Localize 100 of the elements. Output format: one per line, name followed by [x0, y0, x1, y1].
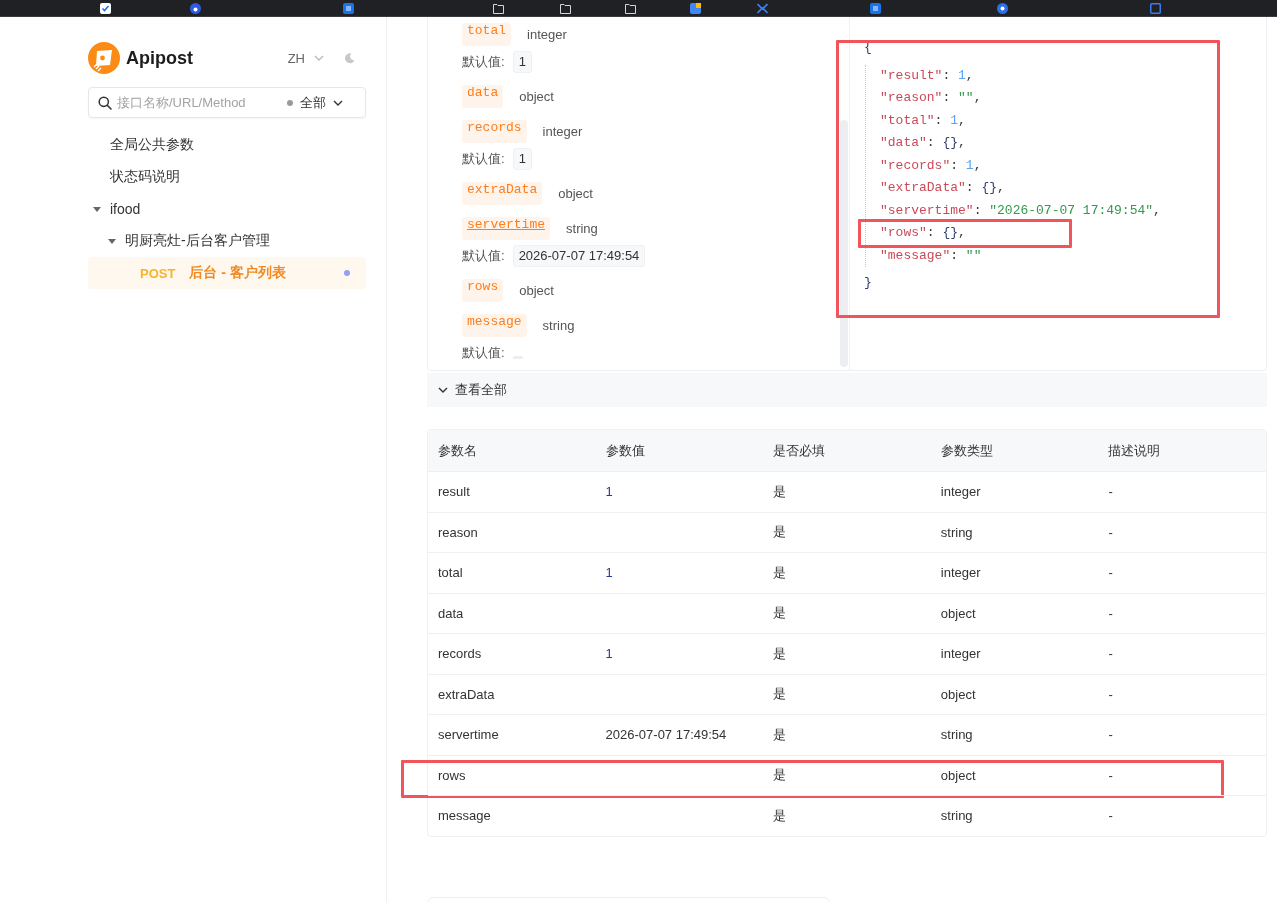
scrollbar[interactable]: [840, 120, 848, 367]
code-line: "data": {},: [880, 134, 966, 152]
column-header: 是否必填: [772, 441, 827, 460]
table-cell-text: data: [437, 605, 465, 621]
param-name: rows: [462, 279, 504, 302]
table-cell-text: integer: [939, 646, 982, 662]
table-cell-text: rows: [437, 767, 467, 783]
default-label: 默认值:: [462, 53, 505, 71]
table-cell-text: -: [1107, 605, 1114, 621]
table-cell-text: -: [1107, 686, 1114, 702]
table-cell-text: object: [939, 767, 977, 783]
folder-icon[interactable]: [560, 2, 571, 14]
table-cell-text: 2026-07-07 17:49:54: [604, 727, 728, 743]
column-header: 描述说明: [1107, 441, 1162, 460]
table-cell-text: 1: [604, 484, 614, 500]
table-cell-text: integer: [939, 484, 982, 500]
table-cell-text: message: [437, 808, 492, 824]
table-cell-text: result: [437, 484, 471, 500]
tree-item[interactable]: 全局公共参数: [88, 129, 366, 161]
column-header: 参数名: [437, 441, 478, 460]
param-name: message: [462, 314, 527, 337]
param-type: string: [542, 318, 575, 333]
table-cell-text: 1: [604, 646, 614, 662]
table-cell-text: string: [939, 808, 974, 824]
bookmark-icon[interactable]: [190, 2, 201, 14]
table-cell-text: 是: [772, 725, 788, 744]
column-header: 参数值: [604, 441, 646, 460]
code-line: "result": 1,: [880, 66, 974, 85]
param-name: extraData: [462, 182, 543, 205]
param-name: data: [462, 85, 504, 108]
search-icon: [98, 95, 112, 110]
language-switch[interactable]: ZH: [287, 50, 324, 66]
default-value: 2026-07-07 17:49:54: [512, 245, 646, 267]
table-cell-text: 是: [772, 563, 788, 582]
table-cell-text: object: [939, 686, 977, 702]
http-method: POST: [140, 265, 176, 281]
table-cell-text: 是: [772, 604, 788, 623]
table-cell-text: 是: [772, 482, 788, 501]
tree-item[interactable]: 状态码说明: [88, 161, 366, 193]
table-cell-text: string: [939, 727, 974, 743]
table-cell-text: 是: [772, 644, 788, 663]
status-dot-icon: [344, 270, 350, 276]
folder-icon[interactable]: [625, 2, 636, 14]
code-line: "records": 1,: [880, 156, 982, 175]
chevron-down-icon[interactable]: [333, 99, 343, 106]
bookmark-icon[interactable]: [870, 2, 881, 14]
tree-item[interactable]: ifood: [88, 193, 366, 225]
brand-name: Apipost: [126, 47, 193, 69]
code-line: "rows": {},: [880, 222, 966, 245]
param-type: string: [566, 221, 598, 236]
table-cell-text: 是: [772, 806, 788, 825]
dot-icon: [287, 99, 293, 106]
bookmark-icon[interactable]: [100, 2, 111, 14]
table-cell-text: -: [1107, 646, 1114, 662]
logo-icon: [88, 42, 120, 74]
param-name: records: [462, 120, 527, 143]
table-cell-text: 是: [772, 685, 788, 704]
caret-icon[interactable]: [108, 238, 116, 244]
default-value: 1: [512, 51, 532, 73]
folder-icon[interactable]: [493, 2, 504, 14]
default-label: 默认值:: [462, 344, 505, 362]
table-cell-text: string: [939, 524, 974, 540]
bookmark-icon[interactable]: [343, 2, 354, 14]
param-type: integer: [527, 27, 567, 42]
param-type: object: [558, 186, 593, 201]
table-cell-text: reason: [437, 524, 479, 540]
code-line: "servertime": "2026-07-07 17:49:54",: [880, 201, 1161, 220]
code-line: "reason": "",: [880, 89, 982, 107]
param-type: integer: [542, 124, 583, 139]
bookmark-icon[interactable]: [690, 2, 701, 14]
table-cell-text: total: [437, 565, 464, 581]
default-value: 1: [512, 148, 532, 170]
table-cell-text: 1: [604, 565, 614, 581]
code-line: "total": 1,: [880, 111, 966, 130]
table-cell-text: -: [1107, 767, 1114, 783]
table-cell-text: integer: [939, 565, 982, 581]
filter-dropdown[interactable]: 全部: [287, 93, 343, 112]
expand-toggle[interactable]: 查看全部: [427, 373, 1267, 407]
table-cell-text: 是: [772, 523, 788, 542]
table-cell-text: -: [1107, 727, 1114, 743]
tree-item[interactable]: 明厨亮灶-后台客户管理: [88, 225, 366, 257]
param-type: object: [519, 89, 554, 104]
table-cell-text: 是: [772, 766, 788, 785]
table-cell-text: -: [1107, 565, 1114, 581]
default-label: 默认值:: [462, 247, 505, 265]
table-cell-text: extraData: [437, 686, 496, 702]
chevron-down-icon[interactable]: [438, 387, 448, 393]
code-line: }: [864, 274, 872, 292]
param-type: object: [519, 283, 554, 298]
column-header: 参数类型: [939, 441, 994, 460]
bookmark-icon[interactable]: [997, 2, 1008, 14]
table-cell-text: -: [1107, 524, 1114, 540]
param-name: total: [462, 23, 511, 46]
caret-icon[interactable]: [93, 206, 101, 212]
table-cell-text: -: [1107, 808, 1114, 824]
search-field[interactable]: 接口名称/URL/Method 全部: [88, 87, 366, 118]
table-cell-text: records: [437, 646, 483, 662]
default-label: 默认值:: [462, 150, 505, 168]
code-line: "extraData": {},: [880, 179, 1005, 197]
table-cell-text: servertime: [437, 727, 500, 743]
